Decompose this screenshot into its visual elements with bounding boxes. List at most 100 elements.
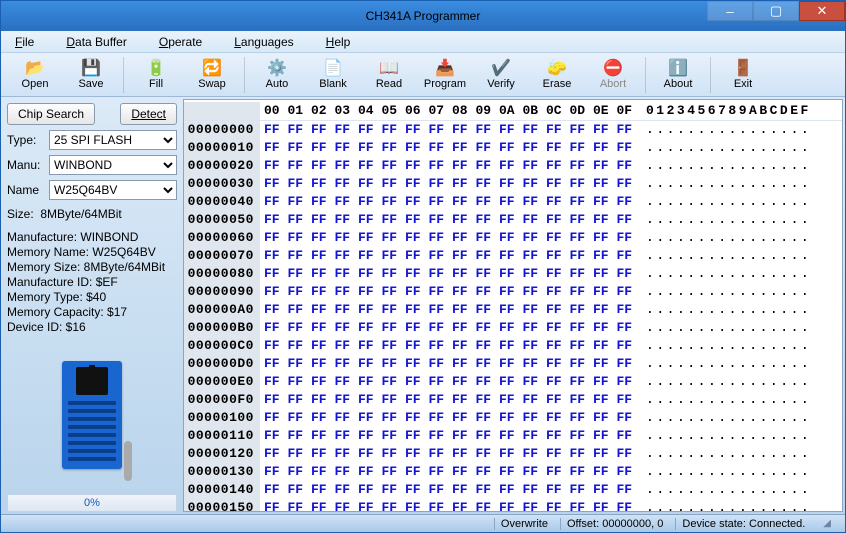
byte-cell[interactable]: FF [284,283,308,301]
byte-cell[interactable]: FF [378,121,402,139]
byte-cell[interactable]: FF [519,229,543,247]
byte-cell[interactable]: FF [425,139,449,157]
byte-cell[interactable]: FF [401,355,425,373]
byte-cell[interactable]: FF [260,211,284,229]
byte-cell[interactable]: FF [613,193,637,211]
byte-cell[interactable]: FF [354,283,378,301]
byte-cell[interactable]: FF [542,301,566,319]
byte-cell[interactable]: FF [542,319,566,337]
byte-cell[interactable]: FF [448,157,472,175]
byte-cell[interactable]: FF [542,409,566,427]
byte-cell[interactable]: FF [425,175,449,193]
byte-cell[interactable]: FF [378,265,402,283]
byte-cell[interactable]: FF [378,319,402,337]
byte-cell[interactable]: FF [448,301,472,319]
byte-cell[interactable]: FF [448,211,472,229]
byte-cell[interactable]: FF [589,175,613,193]
byte-cell[interactable]: FF [331,427,355,445]
byte-cell[interactable]: FF [331,283,355,301]
byte-cell[interactable]: FF [542,427,566,445]
byte-cell[interactable]: FF [613,463,637,481]
byte-cell[interactable]: FF [354,319,378,337]
byte-cell[interactable]: FF [284,499,308,511]
byte-cell[interactable]: FF [331,121,355,139]
byte-cell[interactable]: FF [519,121,543,139]
byte-cell[interactable]: FF [354,211,378,229]
byte-cell[interactable]: FF [495,319,519,337]
byte-cell[interactable]: FF [284,337,308,355]
byte-cell[interactable]: FF [378,193,402,211]
byte-cell[interactable]: FF [331,499,355,511]
byte-cell[interactable]: FF [307,499,331,511]
byte-cell[interactable]: FF [566,481,590,499]
byte-cell[interactable]: FF [613,283,637,301]
byte-cell[interactable]: FF [448,427,472,445]
hex-editor[interactable]: 000102030405060708090A0B0C0D0E0F 0123456… [183,99,843,512]
byte-cell[interactable]: FF [589,319,613,337]
verify-button[interactable]: ✔️Verify [473,55,529,95]
byte-cell[interactable]: FF [542,247,566,265]
byte-cell[interactable]: FF [472,211,496,229]
byte-cell[interactable]: FF [425,463,449,481]
byte-cell[interactable]: FF [378,481,402,499]
byte-cell[interactable]: FF [331,445,355,463]
byte-cell[interactable]: FF [378,139,402,157]
byte-cell[interactable]: FF [589,247,613,265]
type-select[interactable]: 25 SPI FLASH [49,130,177,150]
byte-cell[interactable]: FF [566,445,590,463]
byte-cell[interactable]: FF [401,211,425,229]
byte-cell[interactable]: FF [542,337,566,355]
byte-cell[interactable]: FF [260,373,284,391]
byte-cell[interactable]: FF [331,391,355,409]
byte-cell[interactable]: FF [566,283,590,301]
auto-button[interactable]: ⚙️Auto [249,55,305,95]
byte-cell[interactable]: FF [589,391,613,409]
byte-cell[interactable]: FF [307,211,331,229]
byte-cell[interactable]: FF [589,301,613,319]
byte-cell[interactable]: FF [613,481,637,499]
byte-cell[interactable]: FF [331,337,355,355]
byte-cell[interactable]: FF [425,373,449,391]
byte-cell[interactable]: FF [307,373,331,391]
byte-cell[interactable]: FF [284,175,308,193]
byte-cell[interactable]: FF [378,463,402,481]
byte-cell[interactable]: FF [260,481,284,499]
byte-cell[interactable]: FF [519,157,543,175]
byte-cell[interactable]: FF [448,193,472,211]
byte-cell[interactable]: FF [519,301,543,319]
byte-cell[interactable]: FF [566,373,590,391]
exit-button[interactable]: 🚪Exit [715,55,771,95]
byte-cell[interactable]: FF [566,463,590,481]
byte-cell[interactable]: FF [284,229,308,247]
byte-cell[interactable]: FF [354,499,378,511]
byte-cell[interactable]: FF [307,229,331,247]
byte-cell[interactable]: FF [331,175,355,193]
byte-cell[interactable]: FF [354,157,378,175]
byte-cell[interactable]: FF [495,337,519,355]
manu-select[interactable]: WINBOND [49,155,177,175]
byte-cell[interactable]: FF [331,373,355,391]
byte-cell[interactable]: FF [378,175,402,193]
byte-cell[interactable]: FF [519,247,543,265]
byte-cell[interactable]: FF [448,139,472,157]
byte-cell[interactable]: FF [448,391,472,409]
byte-cell[interactable]: FF [260,445,284,463]
maximize-button[interactable]: ▢ [753,1,799,21]
byte-cell[interactable]: FF [566,193,590,211]
byte-cell[interactable]: FF [260,229,284,247]
byte-cell[interactable]: FF [448,481,472,499]
byte-cell[interactable]: FF [613,427,637,445]
byte-cell[interactable]: FF [401,265,425,283]
byte-cell[interactable]: FF [354,175,378,193]
byte-cell[interactable]: FF [307,301,331,319]
byte-cell[interactable]: FF [472,193,496,211]
byte-cell[interactable]: FF [425,283,449,301]
byte-cell[interactable]: FF [260,247,284,265]
byte-cell[interactable]: FF [448,373,472,391]
byte-cell[interactable]: FF [566,175,590,193]
hex-row[interactable]: 00000080FFFFFFFFFFFFFFFFFFFFFFFFFFFFFFFF… [184,265,842,283]
byte-cell[interactable]: FF [425,481,449,499]
byte-cell[interactable]: FF [401,499,425,511]
byte-cell[interactable]: FF [472,247,496,265]
byte-cell[interactable]: FF [472,157,496,175]
